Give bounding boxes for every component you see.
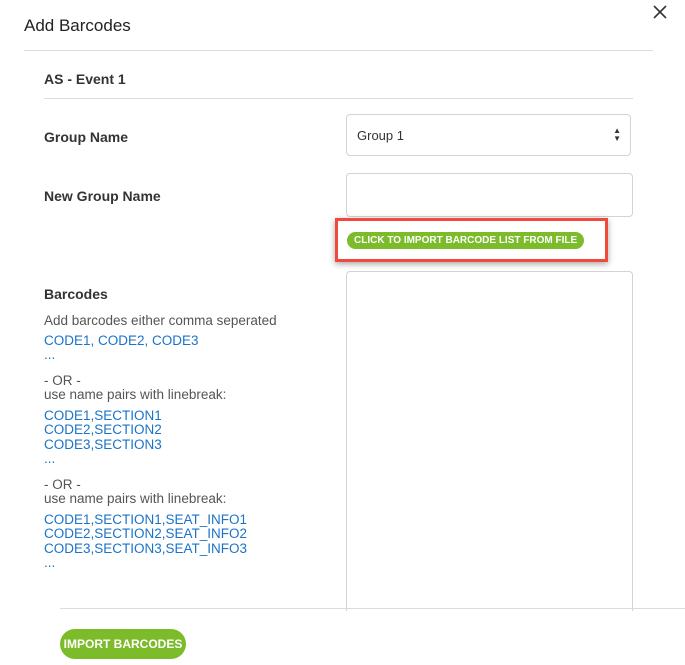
import-from-file-button[interactable]: CLICK TO IMPORT BARCODE LIST FROM FILE [347,232,585,249]
help-example-2-line: CODE3,SECTION3 [44,436,162,452]
help-example-3-line: CODE1,SECTION1,SEAT_INFO1 [44,511,248,527]
group-name-select[interactable]: Group 1 ▲ ▼ [346,114,631,156]
modal-title: Add Barcodes [24,16,131,35]
group-name-label: Group Name [44,129,129,145]
barcodes-textarea[interactable] [346,271,633,611]
new-group-name-label: New Group Name [44,188,161,204]
barcodes-help: Add barcodes either comma seperated CODE… [44,313,277,571]
help-pairs-intro-1: use name pairs with linebreak: [44,387,227,402]
footer-divider [60,608,685,609]
help-ellipsis-2: ... [44,451,56,466]
help-pairs-intro-2: use name pairs with linebreak: [44,491,227,506]
help-or-1: - OR - [44,372,81,388]
header-divider [24,50,653,51]
barcodes-label: Barcodes [44,286,108,302]
help-example-3-line: CODE3,SECTION3,SEAT_INFO3 [44,540,248,556]
help-ellipsis-3: ... [44,555,56,570]
close-icon[interactable] [650,2,670,22]
event-divider [44,98,633,99]
help-or-2: - OR - [44,476,81,492]
group-name-value: Group 1 [357,127,404,143]
select-arrows-icon: ▲ ▼ [613,126,621,143]
import-barcodes-button[interactable]: IMPORT BARCODES [60,629,186,659]
help-intro: Add barcodes either comma seperated [44,313,277,328]
new-group-name-input[interactable] [346,173,633,217]
help-example-2-line: CODE1,SECTION1 [44,407,162,423]
help-ellipsis-1: ... [44,347,56,362]
help-example-1: CODE1, CODE2, CODE3 [44,332,199,348]
help-example-2-line: CODE2,SECTION2 [44,422,162,437]
help-example-3-line: CODE2,SECTION2,SEAT_INFO2 [44,526,248,541]
event-name: AS - Event 1 [44,71,126,87]
